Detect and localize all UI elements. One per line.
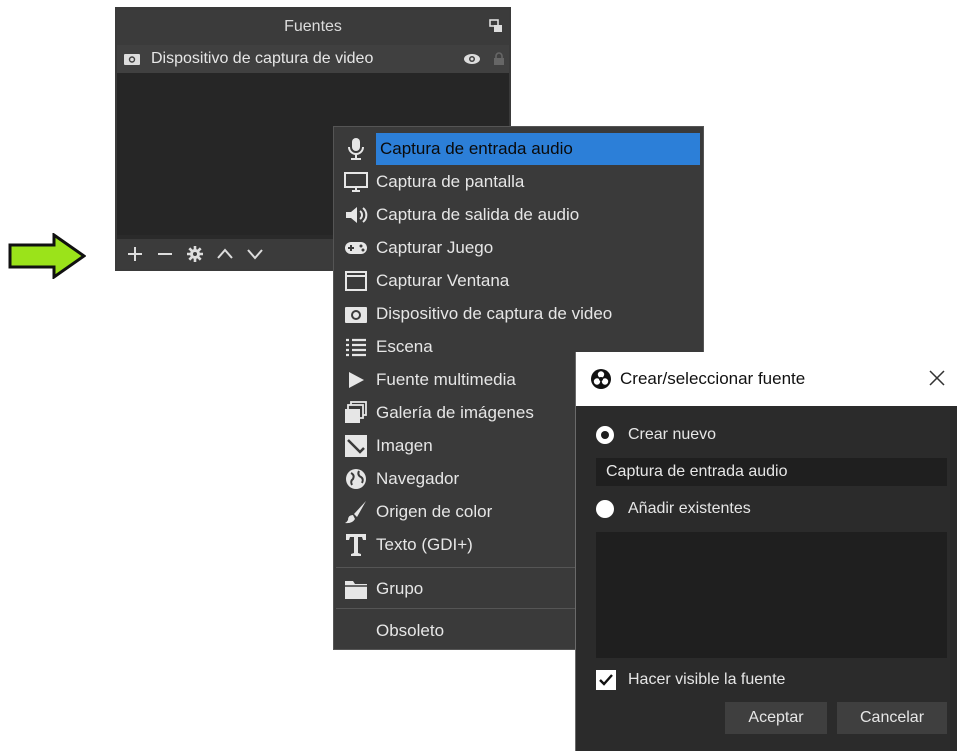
microphone-icon (348, 138, 364, 160)
menu-item-label: Escena (376, 337, 433, 356)
menu-item-label: Capturar Ventana (376, 271, 510, 290)
visible-option[interactable]: Hacer visible la fuente (596, 670, 785, 690)
source-name-input[interactable] (596, 458, 947, 486)
plus-icon[interactable] (125, 244, 145, 264)
source-item-label: Dispositivo de captura de video (151, 50, 374, 67)
visible-checkbox[interactable] (596, 670, 616, 690)
minus-icon[interactable] (155, 244, 175, 264)
menu-item-label: Texto (GDI+) (376, 535, 473, 554)
menu-item-label: Fuente multimedia (376, 370, 516, 389)
camera-icon (124, 54, 140, 65)
menu-item-audio-input[interactable]: Captura de entrada audio (338, 133, 700, 165)
menu-item-game-capture[interactable]: Capturar Juego (338, 232, 700, 264)
menu-item-label: Origen de color (376, 502, 493, 521)
speaker-icon (346, 207, 368, 223)
gamepad-icon (345, 242, 367, 254)
menu-item-label: Galería de imágenes (376, 403, 534, 422)
play-icon (349, 372, 364, 388)
menu-item-label: Dispositivo de captura de video (376, 304, 613, 323)
eye-icon[interactable] (463, 52, 481, 66)
accept-button[interactable]: Aceptar (725, 702, 827, 734)
float-window-icon[interactable] (489, 19, 503, 33)
chevron-down-icon[interactable] (245, 244, 265, 264)
obs-logo-icon (591, 369, 611, 389)
gallery-icon (345, 401, 367, 423)
window-icon (345, 271, 367, 291)
menu-item-label: Captura de entrada audio (376, 133, 700, 165)
menu-item-window-capture[interactable]: Capturar Ventana (338, 265, 700, 297)
visible-label: Hacer visible la fuente (628, 671, 786, 688)
lock-icon[interactable] (493, 52, 505, 66)
dialog-title-bar: Crear/seleccionar fuente (576, 352, 957, 406)
existing-sources-list[interactable] (596, 532, 947, 658)
image-icon (345, 435, 367, 457)
empty-icon-slot (342, 617, 370, 645)
camera-icon (345, 307, 367, 323)
add-existing-option[interactable]: Añadir existentes (596, 500, 751, 518)
menu-item-audio-output[interactable]: Captura de salida de audio (338, 199, 700, 231)
menu-item-label: Grupo (376, 579, 424, 598)
text-icon (346, 534, 366, 556)
menu-item-video-capture[interactable]: Dispositivo de captura de video (338, 298, 700, 330)
dock-title: Fuentes (284, 18, 342, 35)
create-new-radio[interactable] (596, 426, 614, 444)
globe-icon (346, 469, 366, 489)
cancel-button[interactable]: Cancelar (837, 702, 947, 734)
gear-icon[interactable] (185, 244, 205, 264)
menu-item-label: Imagen (376, 436, 433, 455)
menu-item-label: Capturar Juego (376, 238, 494, 257)
create-select-source-dialog: Crear/seleccionar fuente Crear nuevo Aña… (575, 352, 957, 751)
add-existing-label: Añadir existentes (628, 500, 751, 517)
close-icon[interactable] (927, 368, 947, 388)
create-new-option[interactable]: Crear nuevo (596, 426, 716, 444)
check-icon (599, 674, 613, 686)
menu-item-label: Obsoleto (376, 621, 445, 640)
dialog-title: Crear/seleccionar fuente (620, 369, 806, 388)
menu-item-screen-capture[interactable]: Captura de pantalla (338, 166, 700, 198)
dock-title-bar: Fuentes (117, 9, 509, 45)
list-icon (346, 338, 366, 357)
green-arrow-icon (8, 233, 86, 279)
create-new-label: Crear nuevo (628, 426, 717, 443)
folder-icon (345, 581, 367, 599)
menu-item-label: Navegador (376, 469, 460, 488)
add-existing-radio[interactable] (596, 500, 614, 518)
menu-item-label: Captura de pantalla (376, 172, 525, 191)
monitor-icon (344, 172, 368, 192)
source-item-video-capture[interactable]: Dispositivo de captura de video (117, 45, 509, 73)
chevron-up-icon[interactable] (215, 244, 235, 264)
menu-item-label: Captura de salida de audio (376, 205, 580, 224)
brush-icon (345, 501, 366, 524)
